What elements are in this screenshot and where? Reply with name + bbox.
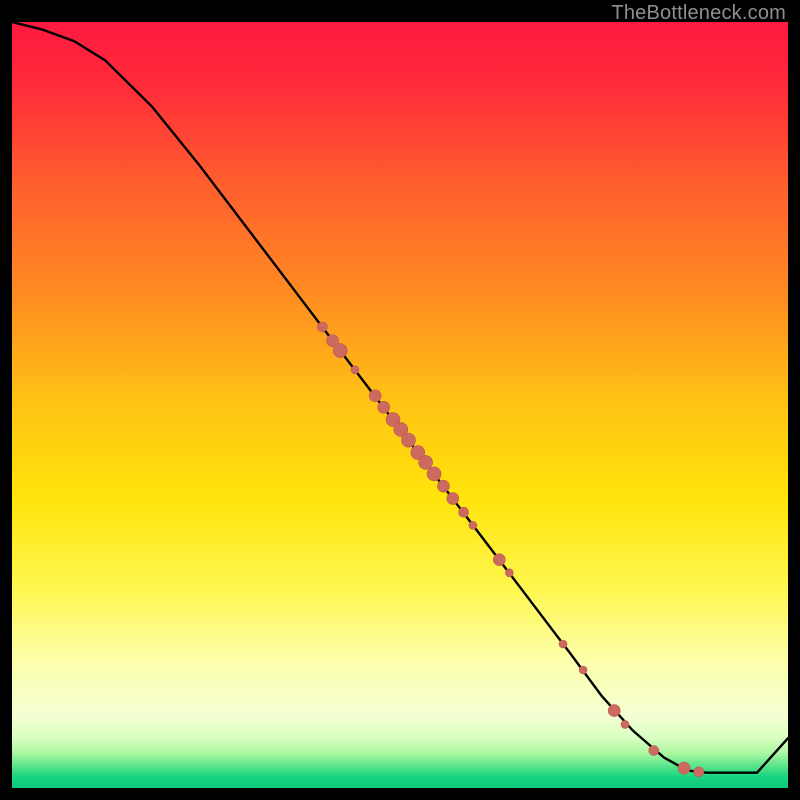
- plot-area: [12, 22, 788, 788]
- data-point: [505, 569, 513, 577]
- data-point: [438, 480, 450, 492]
- data-point: [678, 762, 690, 774]
- data-point: [402, 433, 416, 447]
- data-point: [351, 366, 359, 374]
- data-point: [608, 705, 620, 717]
- data-point: [493, 554, 505, 566]
- data-point: [369, 390, 381, 402]
- data-point: [459, 507, 469, 517]
- data-point: [621, 720, 629, 728]
- data-point: [694, 767, 704, 777]
- chart-stage: TheBottleneck.com: [0, 0, 800, 800]
- data-point: [427, 467, 441, 481]
- data-point: [469, 521, 477, 529]
- data-point: [378, 401, 390, 413]
- data-point: [559, 640, 567, 648]
- data-point: [649, 746, 659, 756]
- data-point: [419, 455, 433, 469]
- data-point: [447, 493, 459, 505]
- gradient-background: [12, 22, 788, 788]
- watermark-text: TheBottleneck.com: [611, 2, 786, 25]
- data-point: [333, 344, 347, 358]
- data-point: [579, 666, 587, 674]
- data-point: [317, 322, 327, 332]
- chart-svg: [12, 22, 788, 788]
